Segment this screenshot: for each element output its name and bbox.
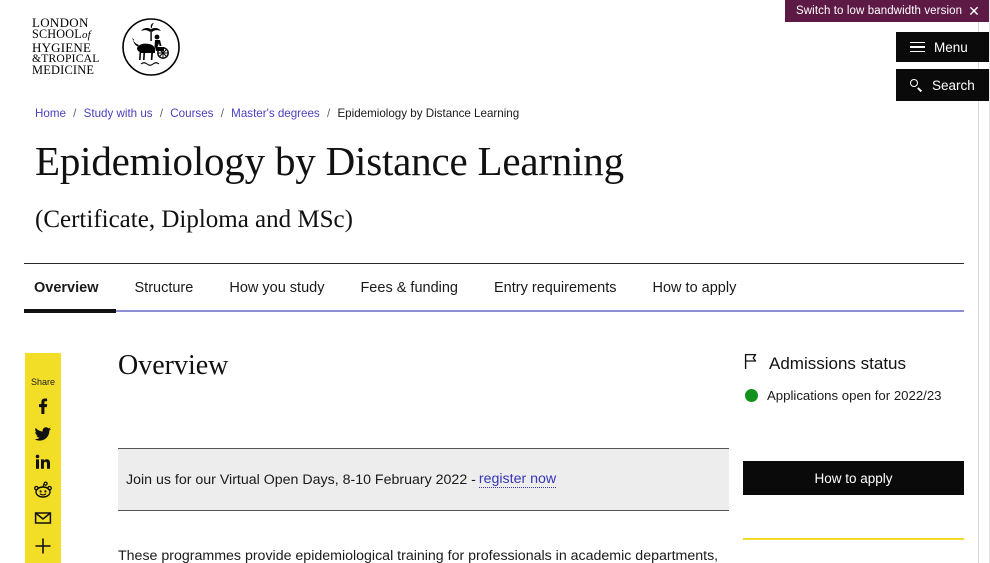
- share-rail: Share: [25, 353, 61, 563]
- breadcrumb-item-current: Epidemiology by Distance Learning: [337, 107, 520, 120]
- status-badge: [745, 389, 758, 402]
- sidebar-yellow-divider: [743, 538, 964, 540]
- breadcrumb: Home / Study with us / Courses / Master'…: [35, 107, 519, 120]
- tab-overview[interactable]: Overview: [24, 280, 117, 310]
- email-icon[interactable]: [32, 507, 54, 528]
- admissions-status-label: Admissions status: [769, 353, 906, 373]
- search-icon: [910, 78, 923, 92]
- flag-icon: [743, 352, 760, 375]
- tab-active-indicator: [24, 309, 116, 313]
- admissions-status-title: Admissions status: [743, 352, 965, 375]
- admissions-status-row: Applications open for 2022/23: [743, 388, 965, 403]
- breadcrumb-separator: /: [159, 107, 164, 120]
- tab-entry-requirements[interactable]: Entry requirements: [476, 280, 635, 310]
- page-root: Switch to low bandwidth version ✕ LONDON…: [0, 0, 990, 563]
- logo-line-5: MEDICINE: [32, 63, 95, 78]
- logo-wordmark: LONDON SCHOOLof HYGIENE &TROPICAL MEDICI…: [32, 16, 118, 78]
- tabs-list: Overview Structure How you study Fees & …: [24, 264, 964, 310]
- page-subtitle: (Certificate, Diploma and MSc): [35, 206, 353, 233]
- content-heading: Overview: [118, 350, 229, 381]
- admissions-status-text: Applications open for 2022/23: [767, 388, 942, 403]
- lshtm-crest-icon: [121, 17, 181, 77]
- reddit-icon[interactable]: [32, 479, 54, 500]
- register-now-link[interactable]: register now: [478, 471, 557, 488]
- overview-paragraph: These programmes provide epidemiological…: [118, 548, 719, 563]
- hamburger-icon: [910, 41, 925, 53]
- course-tabs: Overview Structure How you study Fees & …: [24, 263, 964, 313]
- more-plus-icon[interactable]: [32, 535, 54, 556]
- page-title: Epidemiology by Distance Learning: [35, 138, 624, 184]
- menu-button-label: Menu: [934, 39, 968, 55]
- site-logo[interactable]: LONDON SCHOOLof HYGIENE &TROPICAL MEDICI…: [32, 12, 182, 82]
- breadcrumb-separator: /: [220, 107, 224, 120]
- low-bandwidth-label: Switch to low bandwidth version: [796, 5, 963, 17]
- twitter-icon[interactable]: [32, 423, 54, 444]
- breadcrumb-separator: /: [73, 107, 77, 120]
- search-button-label: Search: [932, 77, 975, 93]
- facebook-icon[interactable]: [32, 395, 54, 416]
- close-icon[interactable]: ✕: [962, 4, 980, 18]
- tab-structure[interactable]: Structure: [117, 280, 212, 310]
- admissions-status-block: Admissions status Applications open for …: [743, 352, 965, 403]
- logo-line-2-main: SCHOOL: [32, 26, 82, 41]
- breadcrumb-item-home[interactable]: Home: [35, 107, 66, 120]
- tab-how-you-study[interactable]: How you study: [211, 280, 342, 310]
- callout-text: Join us for our Virtual Open Days, 8-10 …: [126, 471, 476, 488]
- open-days-callout: Join us for our Virtual Open Days, 8-10 …: [118, 448, 729, 511]
- search-button[interactable]: Search: [896, 69, 989, 101]
- tab-fees-and-funding[interactable]: Fees & funding: [342, 280, 476, 310]
- breadcrumb-item-courses[interactable]: Courses: [170, 107, 213, 120]
- breadcrumb-separator: /: [326, 107, 331, 120]
- tab-how-to-apply[interactable]: How to apply: [635, 280, 755, 310]
- breadcrumb-item-study-with-us[interactable]: Study with us: [84, 107, 153, 120]
- how-to-apply-button[interactable]: How to apply: [743, 461, 964, 495]
- tabs-bottom-divider: [24, 309, 964, 313]
- low-bandwidth-banner[interactable]: Switch to low bandwidth version ✕: [785, 0, 989, 22]
- menu-button[interactable]: Menu: [896, 32, 989, 62]
- breadcrumb-item-masters-degrees[interactable]: Master's degrees: [231, 107, 320, 120]
- share-label: Share: [30, 377, 56, 387]
- linkedin-icon[interactable]: [32, 451, 54, 472]
